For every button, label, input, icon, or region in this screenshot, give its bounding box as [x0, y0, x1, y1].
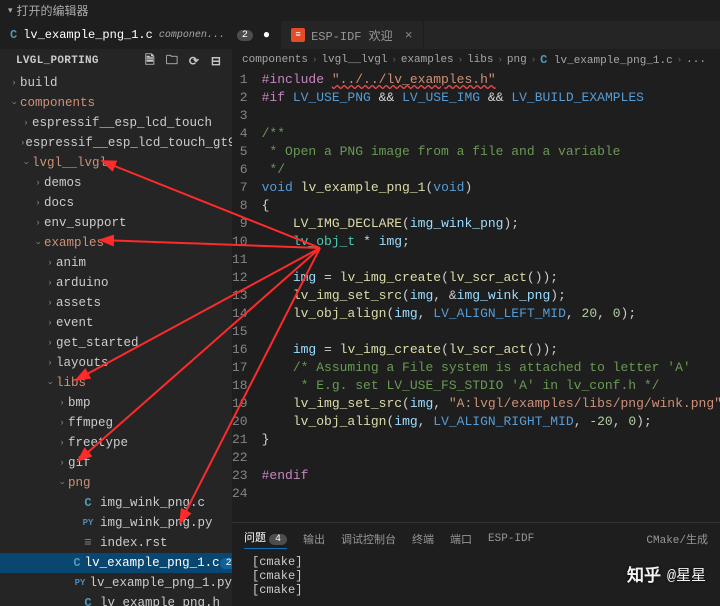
panel-tab-调试控制台[interactable]: 调试控制台 [341, 531, 396, 547]
zhihu-logo: 知乎 [627, 561, 661, 587]
panel-tab-ESP-IDF[interactable]: ESP-IDF [488, 533, 534, 545]
explorer-sidebar: LVGL_PORTING 🗎 🗀 ⟳ ⊟ ›build›components›e… [0, 49, 232, 606]
panel-tabs: 问题4 输出调试控制台终端端口 ESP-IDF CMake/生成 [232, 523, 720, 555]
folder-espressif-esp-lcd-touch[interactable]: ›espressif__esp_lcd_touch [0, 113, 232, 133]
folder-anim[interactable]: ›anim [0, 253, 232, 273]
file-img-wink-png-c[interactable]: ›Cimg_wink_png.c [0, 493, 232, 513]
project-header[interactable]: LVGL_PORTING 🗎 🗀 ⟳ ⊟ [0, 49, 232, 73]
file-img-wink-png-py[interactable]: ›PYimg_wink_png.py [0, 513, 232, 533]
tab-rss[interactable]: ≡ESP-IDF 欢迎× [281, 21, 423, 49]
panel-tab-问题[interactable]: 问题4 [244, 529, 287, 549]
zhihu-watermark: 知乎 @星星 [627, 561, 706, 587]
open-editors-title: 打开的编辑器 [17, 2, 89, 19]
breadcrumb[interactable]: components›lvgl__lvgl›examples›libs›png›… [232, 49, 720, 71]
panel-tab-输出[interactable]: 输出 [303, 531, 325, 547]
folder-layouts[interactable]: ›layouts [0, 353, 232, 373]
file-lv-example-png-h[interactable]: ›Clv_example_png.h [0, 593, 232, 606]
tab-C[interactable]: Clv_example_png_1.c componen...2● [0, 21, 281, 49]
chevron-down-icon: ▾ [8, 6, 13, 16]
file-tree: ›build›components›espressif__esp_lcd_tou… [0, 73, 232, 606]
panel-task[interactable]: CMake/生成 [646, 531, 708, 547]
panel-tab-终端[interactable]: 终端 [412, 531, 434, 547]
folder-arduino[interactable]: ›arduino [0, 273, 232, 293]
refresh-icon[interactable]: ⟳ [186, 53, 202, 69]
folder-assets[interactable]: ›assets [0, 293, 232, 313]
folder-freetype[interactable]: ›freetype [0, 433, 232, 453]
folder-demos[interactable]: ›demos [0, 173, 232, 193]
folder-components[interactable]: ›components [0, 93, 232, 113]
panel-tab-端口[interactable]: 端口 [450, 531, 472, 547]
folder-build[interactable]: ›build [0, 73, 232, 93]
folder-get-started[interactable]: ›get_started [0, 333, 232, 353]
collapse-icon[interactable]: ⊟ [208, 53, 224, 69]
file-lv-example-png-1-py[interactable]: ›PYlv_example_png_1.py [0, 573, 232, 593]
folder-espressif-esp-lcd-touch-gt911[interactable]: ›espressif__esp_lcd_touch_gt911 [0, 133, 232, 153]
file-lv-example-png-1-c[interactable]: ›Clv_example_png_1.c2 [0, 553, 232, 573]
folder-gif[interactable]: ›gif [0, 453, 232, 473]
folder-event[interactable]: ›event [0, 313, 232, 333]
folder-env-support[interactable]: ›env_support [0, 213, 232, 233]
open-editors-header[interactable]: ▾ 打开的编辑器 [0, 0, 720, 21]
new-file-icon[interactable]: 🗎 [142, 53, 158, 69]
folder-lvgl-lvgl[interactable]: ›lvgl__lvgl [0, 153, 232, 173]
folder-ffmpeg[interactable]: ›ffmpeg [0, 413, 232, 433]
code-area[interactable]: 123456789101112131415161718192021222324 … [232, 71, 720, 503]
folder-libs[interactable]: ›libs [0, 373, 232, 393]
folder-png[interactable]: ›png [0, 473, 232, 493]
file-index-rst[interactable]: ›≡index.rst [0, 533, 232, 553]
author-name: @星星 [667, 564, 706, 585]
new-folder-icon[interactable]: 🗀 [164, 53, 180, 69]
editor-tabs: Clv_example_png_1.c componen...2●≡ESP-ID… [0, 21, 720, 49]
folder-bmp[interactable]: ›bmp [0, 393, 232, 413]
folder-examples[interactable]: ›examples [0, 233, 232, 253]
project-title: LVGL_PORTING [16, 55, 99, 67]
folder-docs[interactable]: ›docs [0, 193, 232, 213]
